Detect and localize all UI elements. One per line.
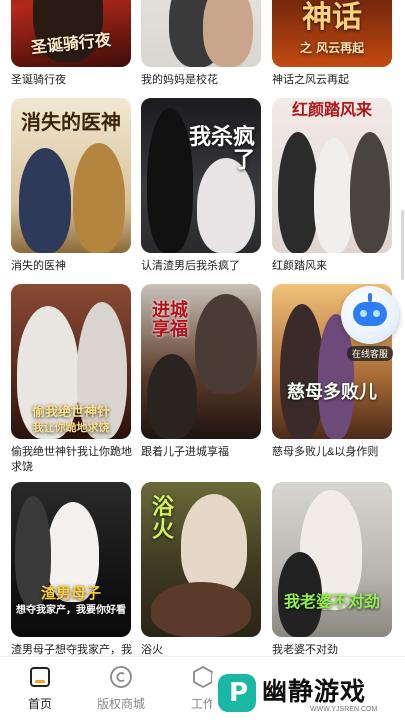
drama-title: 圣诞骑行夜 (11, 74, 66, 86)
tab-label: 版权商城 (96, 697, 145, 711)
drama-card[interactable]: 消失的医神 消失的医神 (11, 98, 131, 272)
poster-image[interactable]: 我老婆不对劲 (272, 482, 392, 637)
poster-image[interactable]: 偷我绝世神针 我让你跪地求饶 (11, 284, 131, 439)
customer-service-button[interactable]: 在线客服 (338, 286, 402, 362)
drama-card[interactable]: 渣男母子 想夺我家产，我要你好看 渣男母子想夺我家产，我 (11, 482, 132, 656)
drama-title: 红颜踏风来 (272, 260, 327, 272)
drama-card[interactable]: 进城享福 跟着儿子进城享福 (141, 284, 261, 458)
drama-title: 慈母多败儿&以身作则 (272, 446, 379, 458)
poster-image[interactable]: 浴火 (141, 482, 261, 637)
drama-card[interactable]: 神话 之 风云再起 神话之风云再起 (272, 0, 392, 86)
watermark-logo-icon: P (218, 674, 256, 712)
poster-image[interactable]: 红颜踏风来 (272, 98, 392, 253)
drama-card[interactable]: 我老婆不对劲 我老婆不对劲 (272, 482, 392, 656)
poster-title: 我老婆不对劲 (283, 592, 380, 611)
drama-title: 偷我绝世神针我让你跪地求饶 (11, 446, 132, 473)
poster-title: 神话 (302, 0, 362, 35)
poster-image[interactable] (141, 0, 261, 67)
tab-home[interactable]: 首页 (5, 665, 75, 712)
drama-card[interactable]: 我杀疯了 认清渣男后我杀疯了 (141, 98, 261, 272)
watermark-text: 幽静游戏 (262, 677, 367, 706)
drama-card[interactable]: 偷我绝世神针 我让你跪地求饶 偷我绝世神针我让你跪地求饶 (11, 284, 132, 473)
poster-title: 渣男母子 (40, 584, 101, 602)
poster-title: 我杀疯了 (188, 124, 255, 174)
poster-title: 消失的医神 (21, 110, 121, 134)
drama-card[interactable]: 圣诞骑行夜 圣诞骑行夜 (11, 0, 131, 86)
poster-title: 进城享福 (152, 300, 188, 340)
poster-title: 浴火 (151, 494, 174, 544)
drama-card[interactable]: 我的妈妈是校花 (141, 0, 261, 86)
drama-title: 认清渣男后我杀疯了 (141, 260, 240, 272)
drama-card[interactable]: 浴火 浴火 (141, 482, 261, 656)
home-icon (28, 665, 52, 689)
copyright-icon (109, 665, 133, 689)
robot-icon (341, 286, 399, 344)
poster-image[interactable]: 渣男母子 想夺我家产，我要你好看 (11, 482, 131, 637)
drama-title: 神话之风云再起 (272, 74, 349, 86)
drama-title: 跟着儿子进城享福 (141, 446, 229, 458)
poster-image[interactable]: 进城享福 (141, 284, 261, 439)
tab-copyright-mall[interactable]: 版权商城 (86, 665, 156, 712)
drama-card[interactable]: 红颜踏风来 红颜踏风来 (272, 98, 392, 272)
watermark: P 幽静游戏 WWW.YJSREN.COM (212, 666, 405, 720)
customer-service-label: 在线客服 (346, 346, 393, 361)
poster-title: 偷我绝世神针 (31, 405, 110, 420)
poster-image[interactable]: 神话 之 风云再起 (272, 0, 392, 67)
poster-title: 慈母多败儿 (287, 382, 377, 403)
drama-title: 消失的医神 (11, 260, 66, 272)
poster-image[interactable]: 我杀疯了 (141, 98, 261, 253)
drama-title: 我的妈妈是校花 (141, 74, 218, 86)
tab-label: 首页 (27, 697, 52, 711)
scroll-indicator[interactable] (401, 210, 404, 280)
poster-title: 红颜踏风来 (291, 100, 372, 119)
poster-image[interactable]: 圣诞骑行夜 (11, 0, 131, 67)
poster-image[interactable]: 消失的医神 (11, 98, 131, 253)
watermark-url: WWW.YJSREN.COM (310, 706, 378, 713)
